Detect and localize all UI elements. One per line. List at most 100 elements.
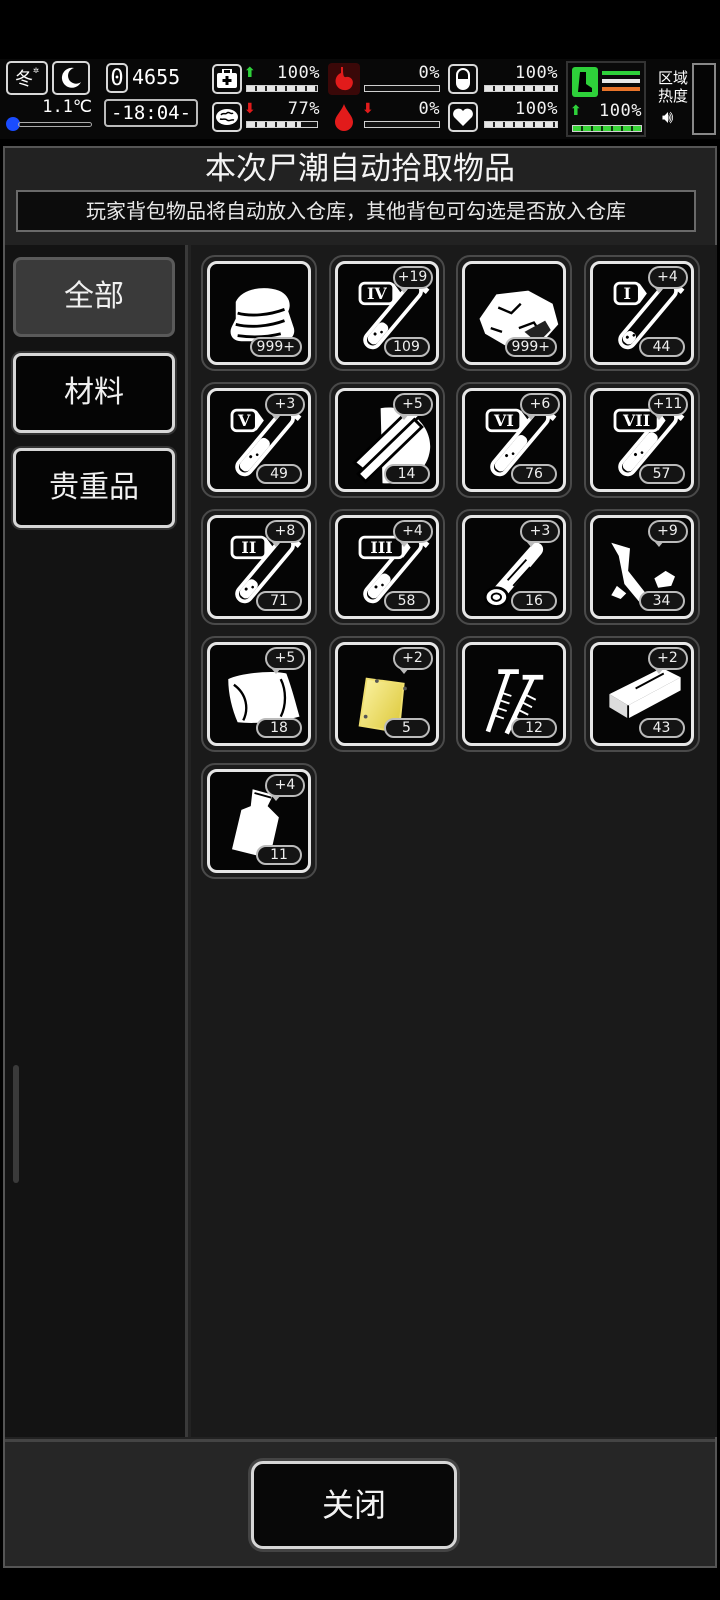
new-count-badge: +8	[265, 520, 305, 547]
svg-text:V: V	[237, 411, 251, 430]
item-frame: V +3 49	[207, 388, 311, 492]
item-frame: II +8 71	[207, 515, 311, 619]
item-frame: VII +11 57	[589, 388, 694, 492]
new-count-badge: +2	[647, 647, 688, 674]
close-button[interactable]: 关闭	[251, 1461, 457, 1549]
stamina-panel: ⬆ 100%	[566, 61, 646, 137]
blood-drop-icon	[332, 101, 356, 133]
item-frame: +5 14	[334, 388, 439, 492]
item-count: 109	[383, 337, 430, 357]
auto-pickup-panel: 本次尸潮自动拾取物品 玩家背包物品将自动放入仓库，其他背包可勾选是否放入仓库 全…	[3, 146, 717, 1568]
stamina-bar	[572, 125, 642, 132]
item-slot[interactable]: IV +19 109	[328, 255, 445, 371]
panel-subtitle: 玩家背包物品将自动放入仓库，其他背包可勾选是否放入仓库	[16, 190, 696, 232]
stomach-value: 0%	[418, 63, 440, 83]
item-count: 71	[256, 591, 302, 611]
heart-value: 100%	[515, 99, 558, 119]
clock: -18:04-	[104, 99, 198, 127]
heart-icon	[448, 102, 478, 132]
item-frame: +3 16	[462, 515, 566, 619]
brain-icon	[212, 102, 242, 132]
tab-all[interactable]: 全部	[13, 257, 175, 337]
new-count-badge: +4	[265, 774, 305, 801]
scroll-indicator[interactable]	[13, 1065, 19, 1183]
new-count-badge: +5	[392, 393, 433, 420]
brain-value: 77%	[287, 99, 320, 119]
zone-heat-label: 区域热度	[657, 69, 688, 105]
status-bar: 冬 ✲ 1.1℃ 0 4655 -18:04- ⬆ 100% ⬇ 77% 0% …	[0, 59, 720, 139]
stomach-icon	[328, 63, 360, 95]
score: 4655	[132, 65, 181, 89]
zone-heat-meter	[692, 63, 716, 135]
new-count-badge: +3	[265, 393, 305, 420]
day-counter: 0	[106, 63, 128, 93]
item-count: 11	[256, 845, 302, 865]
pill-value: 100%	[515, 63, 558, 83]
item-slot[interactable]: +2 5	[328, 636, 445, 752]
stomach-bar	[364, 85, 440, 92]
new-count-badge: +19	[392, 266, 433, 293]
new-count-badge: +9	[647, 520, 688, 547]
item-slot[interactable]: +5 18	[201, 636, 317, 752]
item-slot[interactable]: 999+	[201, 255, 317, 371]
item-count: 999+	[504, 337, 557, 357]
svg-text:III: III	[370, 538, 392, 557]
temperature: 1.1℃	[42, 97, 92, 117]
stamina-value: 100%	[599, 101, 642, 121]
item-slot[interactable]: +5 14	[328, 382, 445, 498]
item-slot[interactable]: 999+	[456, 255, 572, 371]
svg-text:I: I	[623, 284, 630, 303]
tab-valuables[interactable]: 贵重品	[13, 448, 175, 528]
new-count-badge: +6	[520, 393, 560, 420]
item-frame: 999+	[462, 261, 566, 365]
item-frame: +2 5	[334, 642, 439, 746]
blood-bar	[364, 121, 440, 128]
item-slot[interactable]: VII +11 57	[583, 382, 700, 498]
item-slot[interactable]: V +3 49	[201, 382, 317, 498]
item-frame: +9 34	[589, 515, 694, 619]
item-grid: 999+ IV +19 109 999+ I +4 44 V +3 49 +5 …	[191, 245, 717, 1437]
moon-icon	[52, 61, 90, 95]
new-count-badge: +2	[392, 647, 433, 674]
down-arrow-icon: ⬇	[362, 101, 374, 117]
season-label: 冬	[14, 69, 33, 90]
item-slot[interactable]: III +4 58	[328, 509, 445, 625]
item-count: 16	[511, 591, 557, 611]
item-slot[interactable]: II +8 71	[201, 509, 317, 625]
thermometer	[6, 117, 92, 131]
svg-text:VI: VI	[493, 411, 514, 430]
new-count-badge: +5	[265, 647, 305, 674]
item-count: 14	[383, 464, 430, 484]
svg-text:IV: IV	[366, 284, 386, 303]
new-count-badge: +11	[647, 393, 688, 420]
snowflake-icon: ✲	[32, 64, 40, 76]
item-slot[interactable]: VI +6 76	[456, 382, 572, 498]
heart-bar	[484, 121, 558, 128]
pill-bar	[484, 85, 558, 92]
item-frame: IV +19 109	[334, 261, 439, 365]
pill-icon	[448, 64, 478, 94]
tab-materials[interactable]: 材料	[13, 353, 175, 433]
item-slot[interactable]: +2 43	[583, 636, 700, 752]
item-slot[interactable]: 12	[456, 636, 572, 752]
bottom-bar: 关闭	[5, 1439, 715, 1566]
item-slot[interactable]: +3 16	[456, 509, 572, 625]
new-count-badge: +4	[392, 520, 433, 547]
item-count: 999+	[249, 337, 302, 357]
item-slot[interactable]: +9 34	[583, 509, 700, 625]
medkit-icon	[212, 64, 242, 94]
item-count: 43	[638, 718, 685, 738]
item-count: 12	[511, 718, 557, 738]
up-arrow-icon: ⬆	[570, 103, 582, 119]
item-slot[interactable]: I +4 44	[583, 255, 700, 371]
category-tabs: 全部 材料 贵重品	[5, 245, 188, 1437]
new-count-badge: +3	[520, 520, 560, 547]
item-frame: +5 18	[207, 642, 311, 746]
svg-text:II: II	[241, 538, 256, 557]
item-count: 5	[383, 718, 430, 738]
item-frame: 12	[462, 642, 566, 746]
medical-bar	[246, 85, 318, 92]
speaker-icon[interactable]: 🔊︎	[662, 107, 686, 128]
item-count: 18	[256, 718, 302, 738]
item-slot[interactable]: +4 11	[201, 763, 317, 879]
